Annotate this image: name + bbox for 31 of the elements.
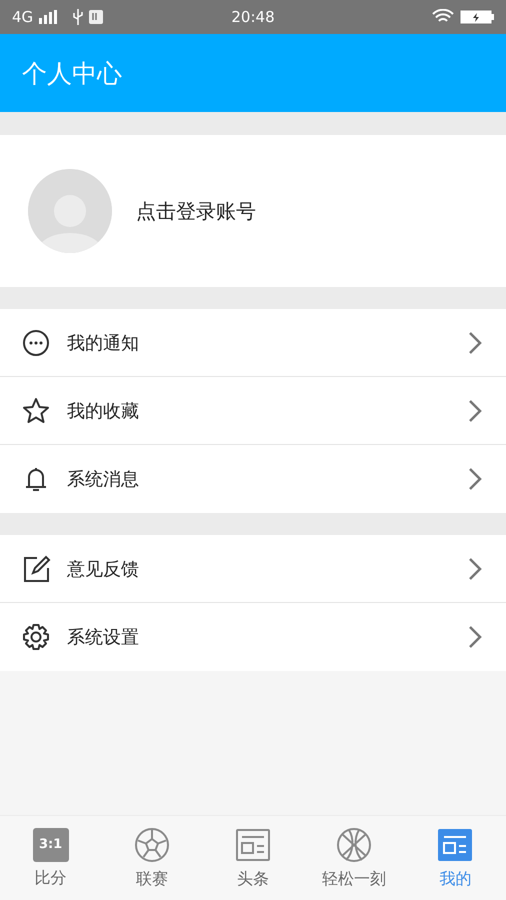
soccer-ball-icon [134,826,170,862]
more-icon [21,328,51,358]
network-type: 4G [12,8,34,26]
chevron-right-icon [468,398,482,422]
settings-icon [21,622,51,652]
menu-item[interactable]: 系统设置 [67,625,468,649]
clock-time: 20:48 [231,8,275,26]
nav-tab[interactable]: 联赛 [101,816,202,900]
chevron-right-icon [468,625,482,649]
basketball-icon [336,826,372,862]
signal-icon [39,10,58,24]
usb-icon [73,9,84,25]
menu-item[interactable]: 我的收藏 [67,398,468,422]
login-link[interactable]: 点击登录账号 [136,198,256,224]
app-notification-icon [89,10,104,24]
chevron-right-icon [468,330,482,354]
star-icon [21,396,51,426]
chevron-right-icon [468,467,482,491]
menu-item[interactable]: 我的通知 [67,330,468,354]
news-icon [235,826,271,862]
nav-tab[interactable]: 轻松一刻 [304,816,405,900]
menu-item[interactable]: 系统消息 [67,467,468,491]
page-title: 个人中心 [22,58,122,90]
chevron-right-icon [468,556,482,580]
nav-tab[interactable]: 头条 [202,816,304,900]
news-icon [437,826,474,862]
nav-tab[interactable]: 3:1 比分 [0,816,102,900]
battery-charging-icon [460,10,494,24]
menu-item[interactable]: 意见反馈 [67,556,468,580]
calendar-icon: 3:1 [32,828,69,862]
edit-icon [21,554,51,584]
